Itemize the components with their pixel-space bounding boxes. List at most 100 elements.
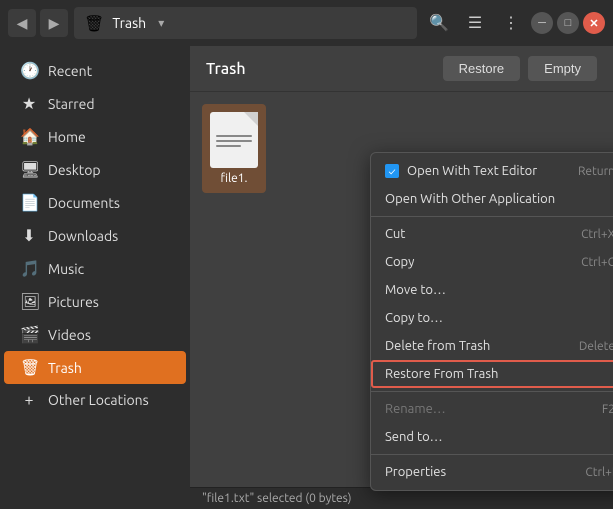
nav-buttons: ◀ ▶ bbox=[8, 9, 68, 37]
sidebar-item-videos[interactable]: 🎬 Videos bbox=[4, 318, 186, 351]
ctx-move-to-left: Move to… bbox=[385, 283, 446, 297]
content-header: Trash Restore Empty bbox=[190, 46, 613, 92]
content-title: Trash bbox=[206, 60, 246, 78]
dropdown-arrow: ▾ bbox=[158, 16, 164, 30]
ctx-restore[interactable]: Restore From Trash bbox=[371, 360, 613, 388]
close-icon: ✕ bbox=[589, 17, 598, 30]
ctx-rename[interactable]: Rename… F2 bbox=[371, 395, 613, 423]
file-name: file1. bbox=[221, 172, 248, 185]
ctx-separator-1 bbox=[371, 216, 613, 217]
file-item[interactable]: file1. bbox=[202, 104, 266, 193]
sidebar-item-recent[interactable]: 🕐 Recent bbox=[4, 54, 186, 87]
sidebar-item-home[interactable]: 🏠 Home bbox=[4, 120, 186, 153]
titlebar-actions: 🔍 ☰ ⋮ ─ □ ✕ bbox=[423, 7, 605, 39]
ctx-delete-label: Delete from Trash bbox=[385, 339, 490, 353]
ctx-copy-to-label: Copy to… bbox=[385, 311, 443, 325]
file-icon bbox=[210, 112, 258, 168]
file-line-1 bbox=[216, 135, 252, 137]
restore-button[interactable]: Restore bbox=[443, 56, 521, 81]
search-icon: 🔍 bbox=[429, 13, 449, 33]
sidebar-item-music[interactable]: 🎵 Music bbox=[4, 252, 186, 285]
ctx-send-to-label: Send to… bbox=[385, 430, 443, 444]
ctx-separator-3 bbox=[371, 454, 613, 455]
ctx-move-to[interactable]: Move to… bbox=[371, 276, 613, 304]
ctx-move-to-label: Move to… bbox=[385, 283, 446, 297]
recent-icon: 🕐 bbox=[20, 61, 38, 80]
ctx-copy-label: Copy bbox=[385, 255, 414, 269]
ctx-open-other-left: Open With Other Application bbox=[385, 192, 555, 206]
back-button[interactable]: ◀ bbox=[8, 9, 36, 37]
music-icon: 🎵 bbox=[20, 259, 38, 278]
ctx-send-to[interactable]: Send to… bbox=[371, 423, 613, 451]
ctx-restore-left: Restore From Trash bbox=[385, 367, 498, 381]
sidebar-item-trash[interactable]: 🗑 Trash bbox=[4, 351, 186, 384]
sidebar-item-other-locations[interactable]: + Other Locations bbox=[4, 384, 186, 416]
ctx-separator-2 bbox=[371, 391, 613, 392]
maximize-button[interactable]: □ bbox=[557, 12, 579, 34]
search-button[interactable]: 🔍 bbox=[423, 7, 455, 39]
downloads-icon: ⬇ bbox=[20, 226, 38, 245]
sidebar-label-videos: Videos bbox=[48, 327, 91, 343]
home-icon: 🏠 bbox=[20, 127, 38, 146]
ctx-delete[interactable]: Delete from Trash Delete bbox=[371, 332, 613, 360]
sidebar-label-pictures: Pictures bbox=[48, 294, 99, 310]
desktop-icon: 🖥 bbox=[20, 160, 38, 179]
ctx-rename-left: Rename… bbox=[385, 402, 446, 416]
context-menu: ✓ Open With Text Editor Return Open With… bbox=[370, 152, 613, 491]
file-area: file1. ✓ Open With Text Editor Return Op… bbox=[190, 92, 613, 487]
ctx-open-other[interactable]: Open With Other Application bbox=[371, 185, 613, 213]
ctx-cut-label: Cut bbox=[385, 227, 405, 241]
main-layout: 🕐 Recent ★ Starred 🏠 Home 🖥 Desktop 📄 Do… bbox=[0, 46, 613, 509]
file-line-2 bbox=[216, 140, 252, 142]
ctx-open-text-editor[interactable]: ✓ Open With Text Editor Return bbox=[371, 157, 613, 185]
sidebar-label-recent: Recent bbox=[48, 63, 92, 79]
ctx-open-text-editor-left: ✓ Open With Text Editor bbox=[385, 164, 537, 178]
sidebar-label-desktop: Desktop bbox=[48, 162, 101, 178]
sidebar-item-pictures[interactable]: 🖼 Pictures bbox=[4, 285, 186, 318]
ctx-cut-left: Cut bbox=[385, 227, 405, 241]
ctx-open-other-label: Open With Other Application bbox=[385, 192, 555, 206]
sidebar-label-home: Home bbox=[48, 129, 86, 145]
sidebar-item-desktop[interactable]: 🖥 Desktop bbox=[4, 153, 186, 186]
ctx-properties-label: Properties bbox=[385, 465, 446, 479]
menu-button[interactable]: ⋮ bbox=[495, 7, 527, 39]
location-label: Trash bbox=[112, 15, 146, 31]
starred-icon: ★ bbox=[20, 94, 38, 113]
ctx-rename-label: Rename… bbox=[385, 402, 446, 416]
ctx-properties-left: Properties bbox=[385, 465, 446, 479]
ctx-restore-label: Restore From Trash bbox=[385, 367, 498, 381]
ctx-copy[interactable]: Copy Ctrl+C bbox=[371, 248, 613, 276]
location-icon: 🗑 bbox=[84, 14, 104, 33]
file-line-3 bbox=[216, 145, 241, 147]
location-bar[interactable]: 🗑 Trash ▾ bbox=[74, 7, 417, 39]
ctx-cut[interactable]: Cut Ctrl+X bbox=[371, 220, 613, 248]
list-icon: ☰ bbox=[468, 13, 482, 33]
view-button[interactable]: ☰ bbox=[459, 7, 491, 39]
sidebar-label-music: Music bbox=[48, 261, 84, 277]
forward-button[interactable]: ▶ bbox=[40, 9, 68, 37]
sidebar-item-documents[interactable]: 📄 Documents bbox=[4, 186, 186, 219]
sidebar-item-starred[interactable]: ★ Starred bbox=[4, 87, 186, 120]
sidebar-label-other: Other Locations bbox=[48, 392, 149, 408]
ctx-delete-left: Delete from Trash bbox=[385, 339, 490, 353]
documents-icon: 📄 bbox=[20, 193, 38, 212]
ctx-checkbox: ✓ bbox=[385, 164, 399, 178]
close-button[interactable]: ✕ bbox=[583, 12, 605, 34]
minimize-icon: ─ bbox=[538, 17, 546, 29]
back-icon: ◀ bbox=[17, 15, 28, 32]
ctx-copy-left: Copy bbox=[385, 255, 414, 269]
statusbar-text: "file1.txt" selected (0 bytes) bbox=[202, 492, 351, 505]
ctx-properties[interactable]: Properties Ctrl+I bbox=[371, 458, 613, 486]
other-icon: + bbox=[20, 391, 38, 409]
minimize-button[interactable]: ─ bbox=[531, 12, 553, 34]
ctx-send-to-left: Send to… bbox=[385, 430, 443, 444]
maximize-icon: □ bbox=[565, 17, 572, 29]
videos-icon: 🎬 bbox=[20, 325, 38, 344]
empty-button[interactable]: Empty bbox=[528, 56, 597, 81]
ctx-copy-to[interactable]: Copy to… bbox=[371, 304, 613, 332]
menu-icon: ⋮ bbox=[503, 13, 519, 33]
ctx-rename-shortcut: F2 bbox=[602, 403, 613, 416]
sidebar-item-downloads[interactable]: ⬇ Downloads bbox=[4, 219, 186, 252]
sidebar: 🕐 Recent ★ Starred 🏠 Home 🖥 Desktop 📄 Do… bbox=[0, 46, 190, 509]
trash-icon: 🗑 bbox=[20, 358, 38, 377]
